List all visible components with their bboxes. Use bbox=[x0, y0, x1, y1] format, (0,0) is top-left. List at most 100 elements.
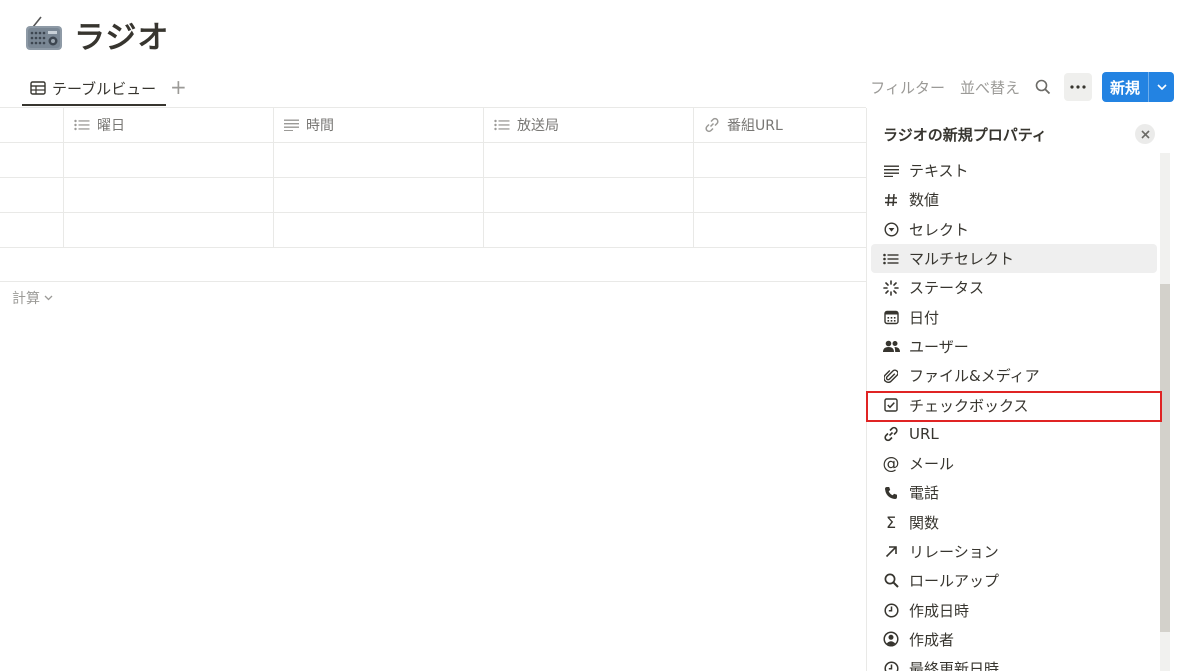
magnifier-icon bbox=[881, 571, 901, 591]
filter-button[interactable]: フィルター bbox=[870, 77, 945, 98]
property-item-label: リレーション bbox=[909, 543, 999, 561]
phone-icon bbox=[881, 483, 901, 503]
property-item-label: ファイル&メディア bbox=[909, 367, 1040, 386]
tab-label: テーブルビュー bbox=[52, 79, 157, 98]
arrow-up-right-icon bbox=[881, 542, 901, 562]
hash-icon bbox=[881, 190, 901, 210]
calendar-icon bbox=[881, 307, 901, 327]
property-item-phone[interactable]: 電話 bbox=[871, 478, 1157, 507]
table-cell[interactable] bbox=[274, 178, 484, 212]
more-options-button[interactable] bbox=[1063, 73, 1092, 101]
link-icon bbox=[705, 117, 719, 133]
select-icon bbox=[881, 219, 901, 239]
property-item-label: セレクト bbox=[909, 220, 970, 239]
search-icon[interactable] bbox=[1035, 79, 1051, 95]
property-item-label: 作成日時 bbox=[909, 601, 970, 620]
property-item-person[interactable]: ユーザー bbox=[871, 332, 1157, 361]
property-item-formula[interactable]: Σ 関数 bbox=[871, 508, 1157, 537]
checkbox-icon bbox=[881, 395, 901, 415]
paperclip-icon bbox=[881, 366, 901, 386]
property-item-label: 数値 bbox=[909, 191, 940, 210]
clock-icon bbox=[881, 659, 901, 671]
column-header-time[interactable]: 時間 bbox=[274, 108, 484, 142]
status-icon bbox=[881, 278, 901, 298]
property-item-label: メール bbox=[909, 455, 955, 474]
user-circle-icon bbox=[881, 629, 901, 649]
list-icon bbox=[74, 119, 90, 131]
property-item-select[interactable]: セレクト bbox=[871, 215, 1157, 244]
property-item-files-media[interactable]: ファイル&メディア bbox=[871, 361, 1157, 390]
property-item-checkbox[interactable]: チェックボックス bbox=[871, 390, 1157, 419]
table-cell[interactable] bbox=[0, 143, 64, 177]
table-cell[interactable] bbox=[694, 213, 866, 247]
property-item-label: ステータス bbox=[909, 279, 985, 298]
panel-title: ラジオの新規プロパティ bbox=[883, 126, 1047, 144]
property-item-last-edited-time[interactable]: 最終更新日時 bbox=[871, 654, 1157, 671]
property-item-label: 日付 bbox=[909, 308, 940, 327]
property-item-email[interactable]: @ メール bbox=[871, 449, 1157, 478]
property-item-label: URL bbox=[909, 425, 939, 444]
table-cell[interactable] bbox=[64, 213, 274, 247]
scrollbar-thumb[interactable] bbox=[1160, 284, 1170, 632]
column-label: 番組URL bbox=[727, 118, 783, 134]
property-type-list: テキスト 数値 セレクト マルチセレクト ステータス 日付 ユーザー ファイル&… bbox=[871, 156, 1157, 671]
table-cell[interactable] bbox=[694, 178, 866, 212]
page-header: ラジオ bbox=[24, 12, 169, 56]
table-cell[interactable] bbox=[64, 178, 274, 212]
column-header-station[interactable]: 放送局 bbox=[484, 108, 694, 142]
column-header-weekday[interactable]: 曜日 bbox=[64, 108, 274, 142]
text-lines-icon bbox=[881, 161, 901, 181]
property-item-label: 電話 bbox=[909, 484, 940, 503]
property-item-created-time[interactable]: 作成日時 bbox=[871, 595, 1157, 624]
property-item-multi-select[interactable]: マルチセレクト bbox=[871, 243, 1157, 274]
close-icon[interactable] bbox=[1135, 124, 1155, 144]
property-item-created-by[interactable]: 作成者 bbox=[871, 625, 1157, 654]
table-cell[interactable] bbox=[484, 143, 694, 177]
column-header-title[interactable] bbox=[0, 108, 64, 142]
table-cell[interactable] bbox=[274, 213, 484, 247]
property-item-number[interactable]: 数値 bbox=[871, 185, 1157, 214]
table-row[interactable] bbox=[0, 213, 866, 248]
radio-icon[interactable] bbox=[24, 14, 64, 54]
table-cell[interactable] bbox=[484, 213, 694, 247]
table-cell[interactable] bbox=[0, 213, 64, 247]
table-cell[interactable] bbox=[0, 178, 64, 212]
new-button[interactable]: 新規 bbox=[1101, 72, 1174, 102]
at-icon: @ bbox=[882, 453, 900, 474]
sort-button[interactable]: 並べ替え bbox=[960, 77, 1020, 98]
new-row-placeholder[interactable] bbox=[0, 248, 866, 282]
calculate-button[interactable]: 計算 bbox=[12, 288, 53, 308]
list-icon bbox=[494, 119, 510, 131]
property-item-label: ユーザー bbox=[909, 337, 969, 356]
new-button-label: 新規 bbox=[1109, 78, 1140, 97]
tab-table-view[interactable]: テーブルビュー bbox=[22, 72, 166, 106]
property-item-text[interactable]: テキスト bbox=[871, 156, 1157, 185]
table-cell[interactable] bbox=[64, 143, 274, 177]
property-item-label: テキスト bbox=[909, 162, 969, 181]
table-cell[interactable] bbox=[274, 143, 484, 177]
property-item-status[interactable]: ステータス bbox=[871, 273, 1157, 302]
add-view-button[interactable]: + bbox=[170, 77, 187, 97]
column-header-program-url[interactable]: 番組URL bbox=[694, 108, 866, 142]
table-cell[interactable] bbox=[694, 143, 866, 177]
list-icon bbox=[881, 249, 901, 269]
table-cell[interactable] bbox=[484, 178, 694, 212]
column-label: 放送局 bbox=[517, 118, 559, 134]
sigma-icon: Σ bbox=[885, 512, 897, 532]
property-item-label: ロールアップ bbox=[909, 572, 1000, 591]
property-item-label: 最終更新日時 bbox=[909, 660, 1000, 671]
property-item-rollup[interactable]: ロールアップ bbox=[871, 566, 1157, 595]
property-item-relation[interactable]: リレーション bbox=[871, 537, 1157, 566]
table-row[interactable] bbox=[0, 178, 866, 213]
view-actions: フィルター 並べ替え 新規 bbox=[870, 72, 1174, 102]
people-icon bbox=[881, 336, 901, 356]
table-header-row: 曜日 時間 放送局 番組URL bbox=[0, 108, 866, 143]
chevron-down-icon[interactable] bbox=[1148, 72, 1174, 102]
page-title[interactable]: ラジオ bbox=[74, 12, 169, 57]
table-row[interactable] bbox=[0, 143, 866, 178]
view-bar: テーブルビュー + フィルター 並べ替え 新規 bbox=[0, 68, 1200, 108]
property-item-date[interactable]: 日付 bbox=[871, 302, 1157, 331]
property-item-label: 関数 bbox=[909, 513, 940, 532]
property-item-url[interactable]: URL bbox=[871, 420, 1157, 449]
property-item-label: マルチセレクト bbox=[909, 250, 1015, 269]
